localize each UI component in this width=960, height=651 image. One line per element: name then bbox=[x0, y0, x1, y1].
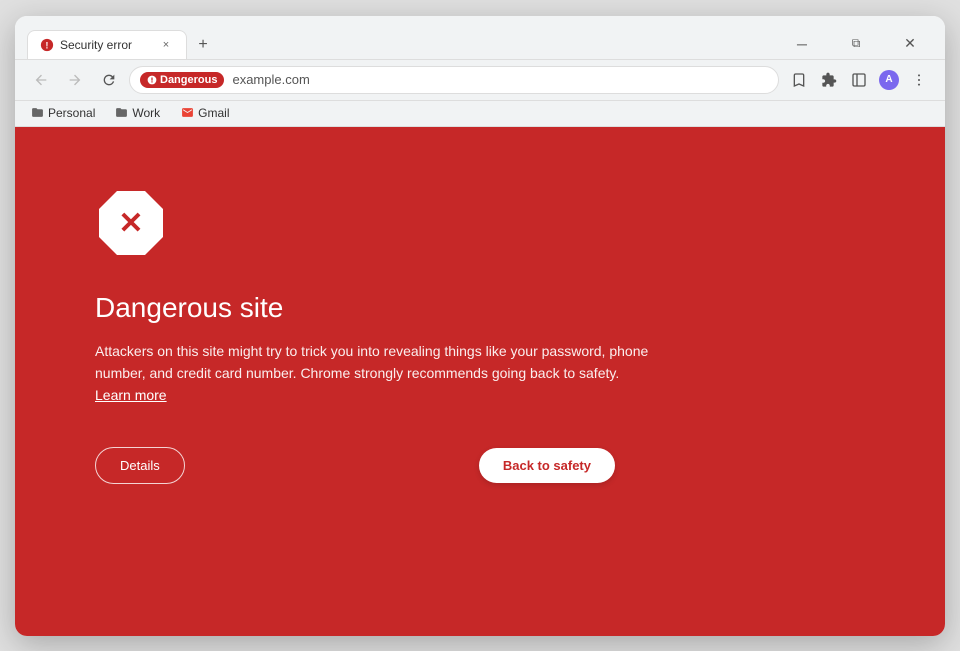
extensions-icon bbox=[821, 72, 837, 88]
danger-icon bbox=[147, 75, 157, 85]
error-description-text: Attackers on this site might try to tric… bbox=[95, 343, 648, 381]
details-button[interactable]: Details bbox=[95, 447, 185, 484]
error-actions: Details Back to safety bbox=[95, 447, 615, 484]
back-to-safety-button[interactable]: Back to safety bbox=[479, 448, 615, 483]
page-content: ✕ Dangerous site Attackers on this site … bbox=[15, 127, 945, 636]
back-icon bbox=[33, 72, 49, 88]
bookmark-personal[interactable]: Personal bbox=[27, 104, 99, 122]
reload-button[interactable] bbox=[95, 66, 123, 94]
minimize-button[interactable]: ─ bbox=[779, 35, 825, 53]
dangerous-badge: Dangerous bbox=[140, 72, 224, 88]
error-description: Attackers on this site might try to tric… bbox=[95, 340, 655, 407]
error-container: ✕ Dangerous site Attackers on this site … bbox=[95, 187, 655, 484]
folder-work-icon bbox=[115, 106, 128, 119]
learn-more-link[interactable]: Learn more bbox=[95, 387, 167, 403]
extensions-button[interactable] bbox=[815, 66, 843, 94]
menu-button[interactable] bbox=[905, 66, 933, 94]
sidebar-button[interactable] bbox=[845, 66, 873, 94]
menu-icon bbox=[911, 72, 927, 88]
bookmark-gmail-label: Gmail bbox=[198, 106, 229, 120]
bookmark-work[interactable]: Work bbox=[111, 104, 164, 122]
tab-title: Security error bbox=[60, 38, 152, 52]
browser-window: ! Security error × + ─ ⧉ ✕ bbox=[15, 16, 945, 636]
folder-icon bbox=[31, 106, 44, 119]
nav-bar: Dangerous example.com A bbox=[15, 60, 945, 101]
new-tab-button[interactable]: + bbox=[189, 31, 217, 59]
close-window-button[interactable]: ✕ bbox=[887, 35, 933, 53]
bookmark-work-label: Work bbox=[132, 106, 160, 120]
bookmarks-bar: Personal Work Gmail bbox=[15, 101, 945, 127]
gmail-icon bbox=[180, 106, 194, 120]
forward-button[interactable] bbox=[61, 66, 89, 94]
svg-text:!: ! bbox=[46, 40, 49, 50]
danger-octagon-icon: ✕ bbox=[95, 187, 167, 259]
title-bar: ! Security error × + ─ ⧉ ✕ bbox=[15, 16, 945, 60]
bookmark-icon bbox=[791, 72, 807, 88]
svg-text:✕: ✕ bbox=[118, 207, 143, 240]
account-button[interactable]: A bbox=[875, 66, 903, 94]
bookmark-personal-label: Personal bbox=[48, 106, 95, 120]
address-bar[interactable]: Dangerous example.com bbox=[129, 66, 779, 94]
maximize-button[interactable]: ⧉ bbox=[833, 35, 879, 53]
error-title: Dangerous site bbox=[95, 292, 655, 324]
error-icon-wrapper: ✕ bbox=[95, 187, 655, 264]
back-button[interactable] bbox=[27, 66, 55, 94]
bookmark-button[interactable] bbox=[785, 66, 813, 94]
sidebar-icon bbox=[851, 72, 867, 88]
active-tab[interactable]: ! Security error × bbox=[27, 30, 187, 59]
nav-actions: A bbox=[785, 66, 933, 94]
tab-close-button[interactable]: × bbox=[158, 37, 174, 53]
reload-icon bbox=[101, 72, 117, 88]
account-avatar: A bbox=[879, 70, 899, 90]
window-controls: ─ ⧉ ✕ bbox=[231, 35, 933, 59]
bookmark-gmail[interactable]: Gmail bbox=[176, 104, 233, 122]
forward-icon bbox=[67, 72, 83, 88]
address-text: example.com bbox=[232, 72, 309, 87]
tabs-row: ! Security error × + ─ ⧉ ✕ bbox=[27, 30, 933, 59]
gmail-logo-icon bbox=[181, 106, 194, 119]
tab-security-icon: ! bbox=[40, 38, 54, 52]
